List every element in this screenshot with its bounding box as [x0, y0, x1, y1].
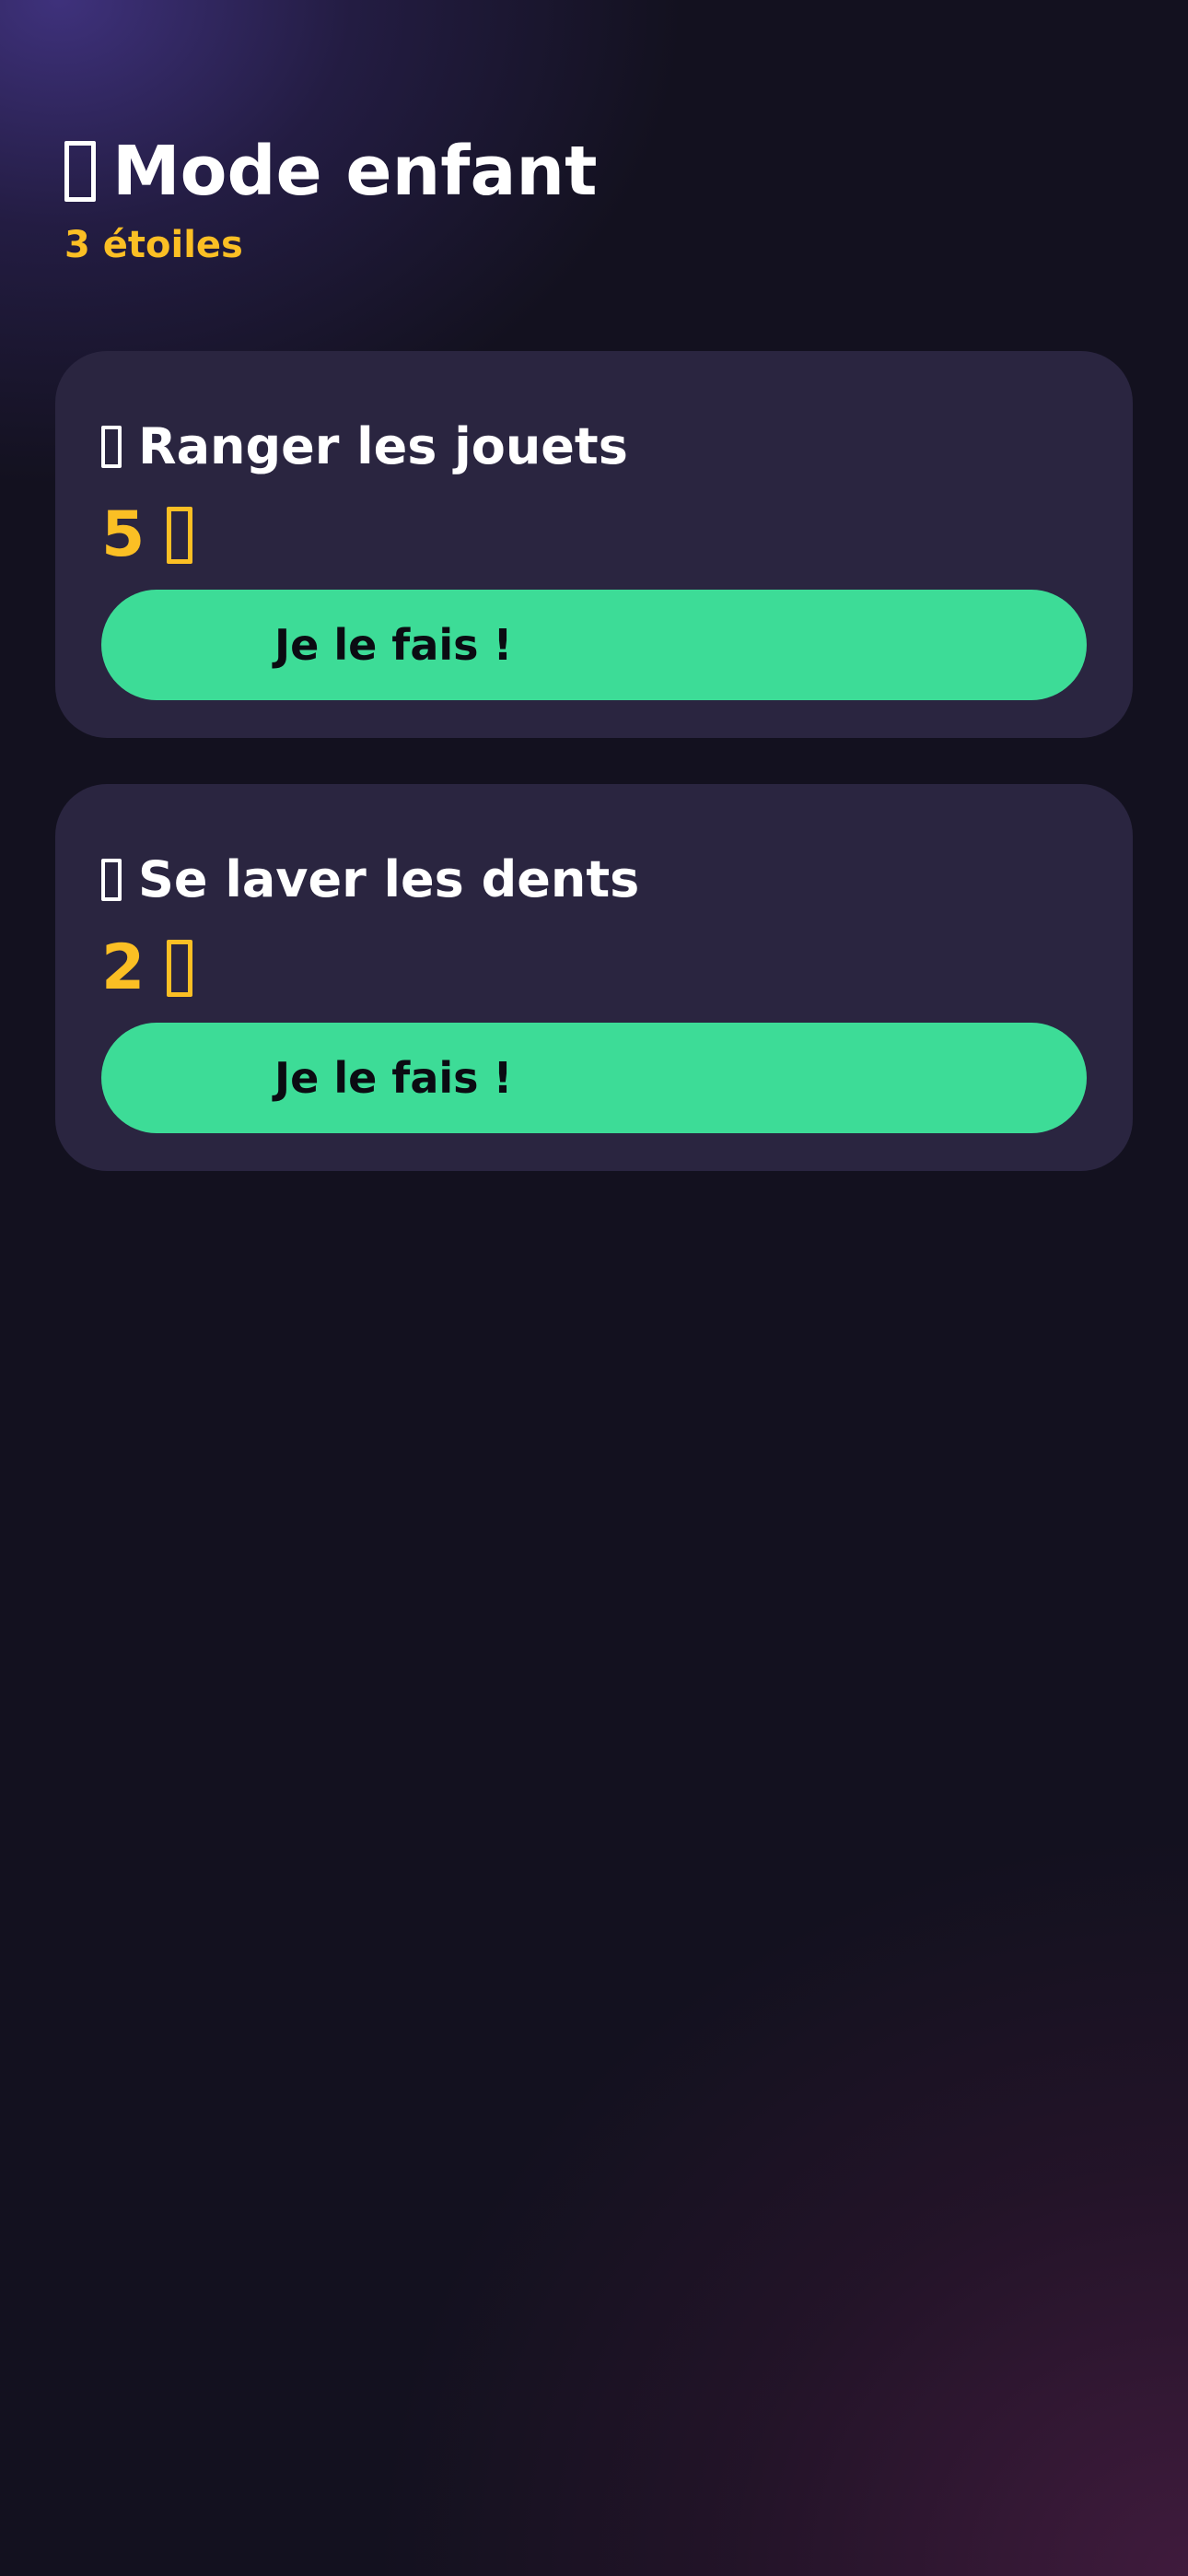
task-icon: [101, 426, 122, 468]
task-title-text: Se laver les dents: [138, 850, 640, 908]
task-card: Ranger les jouets 5 Je le fais !: [55, 351, 1133, 738]
page-title-text: Mode enfant: [112, 132, 598, 211]
do-task-button[interactable]: Je le fais !: [101, 1023, 1087, 1133]
task-reward: 5: [101, 498, 193, 572]
child-mode-icon: [64, 141, 96, 202]
stars-total: 3 étoiles: [64, 224, 243, 266]
task-title: Ranger les jouets: [101, 416, 628, 478]
page-header: Mode enfant 3 étoiles: [64, 129, 597, 267]
page-title: Mode enfant: [64, 129, 597, 214]
star-icon: [167, 507, 193, 564]
task-title: Se laver les dents: [101, 849, 639, 911]
task-reward: 2: [101, 931, 193, 1005]
task-icon: [101, 859, 122, 901]
task-reward-value: 2: [101, 931, 146, 1004]
star-icon: [167, 940, 193, 997]
task-card: Se laver les dents 2 Je le fais !: [55, 784, 1133, 1171]
do-task-button[interactable]: Je le fais !: [101, 590, 1087, 700]
task-title-text: Ranger les jouets: [138, 417, 628, 475]
task-reward-value: 5: [101, 498, 146, 571]
